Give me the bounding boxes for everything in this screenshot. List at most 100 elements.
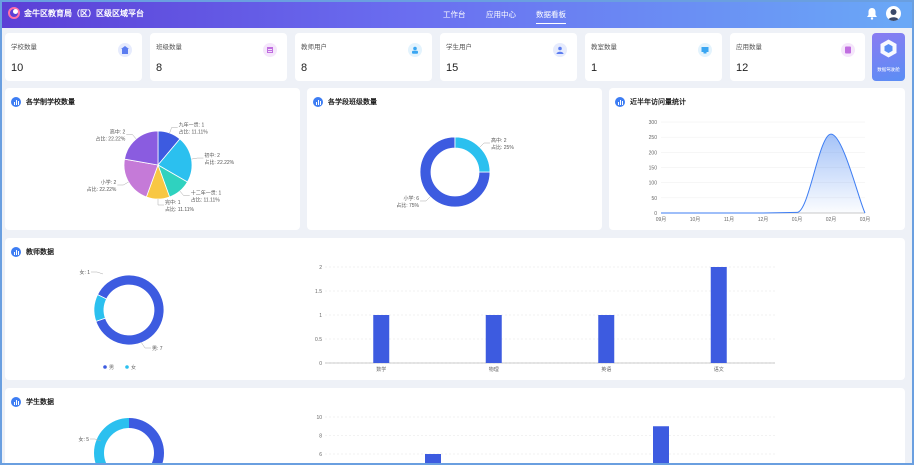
- area-fill: [661, 134, 865, 213]
- legend-marker: [103, 365, 107, 369]
- stat-label: 教室数量: [591, 44, 617, 51]
- teacher-icon: [408, 43, 422, 57]
- bar: [598, 315, 615, 363]
- y-tick-label: 300: [649, 120, 658, 126]
- x-tick-label: 01月: [792, 217, 803, 223]
- class-icon: [263, 43, 277, 57]
- panel-school-types: 各学制学校数量 九年一贯: 1 占比: 11.11% 初中: 2 占比: 22.22%…: [5, 88, 300, 230]
- stat-label: 教师用户: [301, 44, 327, 51]
- stat-label: 班级数量: [156, 44, 182, 51]
- slice-label: 小学: 2: [101, 179, 117, 186]
- bar: [425, 454, 441, 465]
- brand-logo-icon: [8, 7, 20, 19]
- cockpit-label: 数据驾驶舱: [877, 67, 900, 72]
- nav-tab-dashboard[interactable]: 数据看板: [536, 9, 566, 24]
- stat-card-apps[interactable]: 应用数量 12: [730, 33, 865, 81]
- slice-percent: 占比: 75%: [396, 202, 419, 209]
- label-leader-line: [91, 271, 104, 275]
- y-tick-label: 0.5: [315, 337, 322, 343]
- slice-label: 十二年一贯: 1: [191, 190, 222, 197]
- bar: [485, 315, 502, 363]
- pie-slice: [129, 418, 164, 465]
- slice-label: 初中: 2: [204, 152, 220, 159]
- legend-label: 女: [131, 364, 136, 371]
- label-leader-line: [191, 157, 204, 160]
- stat-card-classrooms[interactable]: 教室数量 1: [585, 33, 722, 81]
- stat-value: 1: [591, 62, 598, 74]
- student-bar-chart: 10 8 6: [316, 415, 775, 465]
- stat-card-classes[interactable]: 班级数量 8: [150, 33, 287, 81]
- x-tick-label: 02月: [826, 217, 837, 223]
- stat-value: 15: [446, 62, 459, 74]
- y-tick-label: 2: [319, 265, 322, 271]
- bar: [373, 315, 390, 363]
- user-avatar[interactable]: [886, 6, 901, 21]
- x-tick-label: 03月: [860, 217, 871, 223]
- nav-tab-app-center[interactable]: 应用中心: [486, 9, 516, 20]
- x-tick-label: 数学: [376, 366, 386, 373]
- label-leader-line: [157, 199, 164, 206]
- pie-slice: [94, 418, 129, 465]
- grade-class-donut-chart: 小学: 6占比: 75% 高中: 2占比: 25%: [396, 136, 514, 209]
- teacher-gender-donut-chart: 女: 1 男: 7 男 女: [79, 269, 165, 371]
- label-leader-line: [117, 181, 129, 186]
- school-type-pie-chart: 九年一贯: 1占比: 11.11%初中: 2占比: 22.22%十二年一贯: 1…: [87, 121, 235, 213]
- y-tick-label: 1.5: [315, 289, 322, 295]
- x-tick-label: 10月: [690, 217, 701, 223]
- y-tick-label: 1: [319, 313, 322, 319]
- y-tick-label: 0: [319, 361, 322, 367]
- top-navigation-bar: 金牛区教育局（区）区级区域平台 ⌄ 工作台 应用中心 数据看板: [0, 0, 914, 28]
- data-cockpit-button[interactable]: 数据驾驶舱: [872, 33, 905, 81]
- pie-slice: [124, 130, 159, 166]
- label-leader-line: [479, 142, 490, 148]
- stat-label: 应用数量: [736, 44, 762, 51]
- bar: [653, 426, 669, 465]
- y-tick-label: 100: [649, 181, 658, 187]
- cockpit-icon: [880, 39, 897, 58]
- y-tick-label: 200: [649, 150, 658, 156]
- school-icon: [118, 43, 132, 57]
- nav-tab-workbench[interactable]: 工作台: [443, 9, 466, 20]
- stat-value: 12: [736, 62, 749, 74]
- panel-teachers: 教师数据 女: 1 男: 7男女 0 0.5 1 1.5 2 数学 物理 英语 语文: [5, 238, 905, 380]
- stat-card-schools[interactable]: 学校数量 10: [5, 33, 142, 81]
- pie-slice: [93, 294, 108, 322]
- y-tick-label: 10: [316, 415, 322, 421]
- stat-value: 8: [301, 62, 308, 74]
- label-leader-line: [126, 134, 137, 140]
- slice-label: 高中: 2: [110, 128, 126, 135]
- slice-percent: 占比: 11.11%: [179, 128, 209, 135]
- bell-icon[interactable]: [866, 7, 878, 20]
- student-gender-donut-chart: 女: 5: [78, 418, 164, 465]
- teacher-subject-bar-chart: 0 0.5 1 1.5 2 数学 物理 英语 语文: [315, 265, 775, 373]
- slice-label: 男: 7: [152, 346, 163, 352]
- slice-percent: 占比: 22.22%: [204, 159, 234, 166]
- label-leader-line: [140, 341, 151, 349]
- student-icon: [553, 43, 567, 57]
- chevron-down-icon[interactable]: ⌄: [130, 8, 137, 17]
- x-tick-label: 11月: [724, 217, 734, 223]
- panel-visits: 近半年访问量统计 0 50 100 150 200 250 300 09月 10月 11月 12月 0…: [609, 88, 905, 230]
- stat-card-students[interactable]: 学生用户 15: [440, 33, 577, 81]
- y-tick-label: 8: [319, 434, 322, 440]
- label-leader-line: [169, 127, 178, 134]
- y-tick-label: 50: [651, 196, 657, 202]
- label-leader-line: [420, 196, 431, 202]
- bar: [710, 267, 727, 363]
- x-tick-label: 物理: [489, 366, 499, 373]
- slice-label: 小学: 6: [403, 195, 419, 202]
- platform-title[interactable]: 金牛区教育局（区）区级区域平台: [24, 8, 144, 19]
- slice-percent: 占比: 11.11%: [165, 206, 195, 213]
- slice-percent: 占比: 22.22%: [96, 135, 126, 142]
- stat-value: 10: [11, 62, 24, 74]
- classroom-icon: [698, 43, 712, 57]
- y-tick-label: 150: [649, 166, 658, 172]
- slice-percent: 占比: 25%: [491, 144, 514, 151]
- stat-label: 学校数量: [11, 44, 37, 51]
- x-tick-label: 12月: [758, 217, 769, 223]
- visits-area-chart: 05010015020025030009月 10月 11月 12月 01月 02月 03月: [649, 120, 871, 223]
- app-icon: [841, 43, 855, 57]
- stat-card-teachers[interactable]: 教师用户 8: [295, 33, 432, 81]
- label-leader-line: [179, 190, 190, 196]
- panel-students: 学生数据 女: 5 10 8 6: [5, 388, 905, 465]
